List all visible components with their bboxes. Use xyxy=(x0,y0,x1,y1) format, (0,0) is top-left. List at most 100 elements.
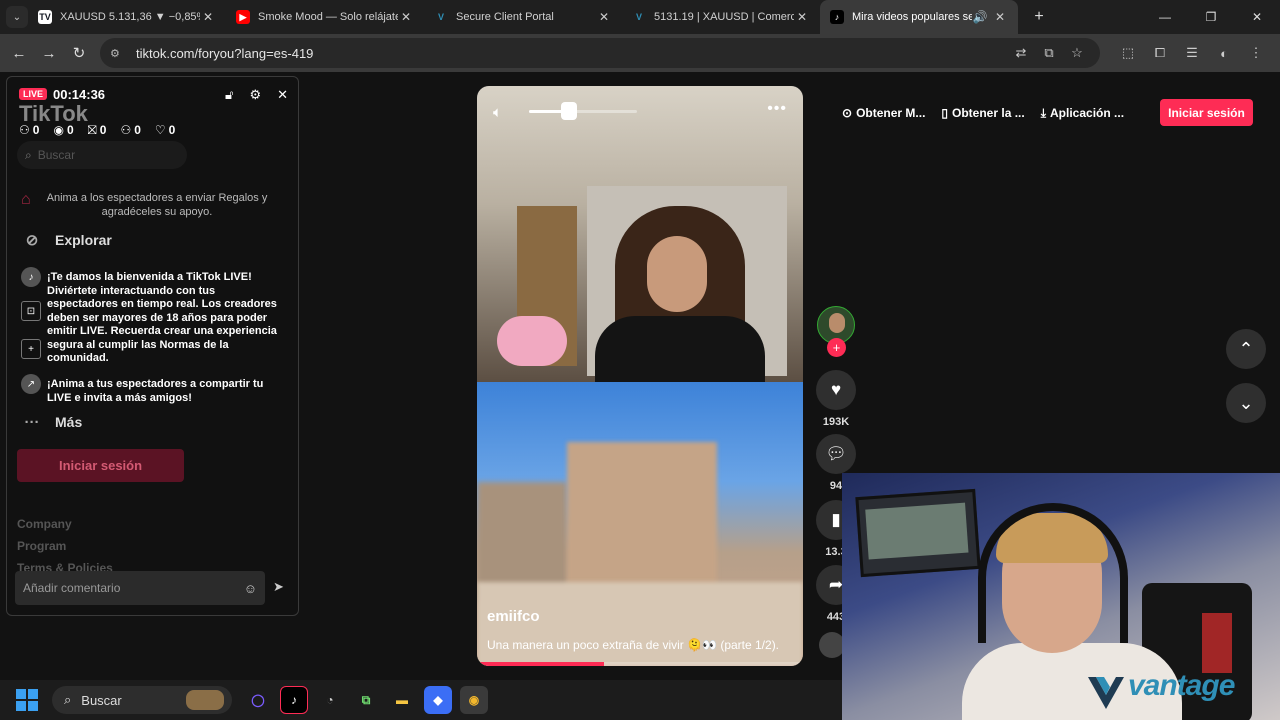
download-icon: ⤓ xyxy=(1040,105,1047,120)
bookmark-star-icon[interactable]: ☆ xyxy=(1066,45,1088,61)
translate-icon[interactable]: ⇄ xyxy=(1010,45,1032,61)
chrome-icon[interactable]: ◉ xyxy=(460,686,488,714)
screenshot-icon[interactable]: ⬚ xyxy=(1114,39,1142,67)
comment-input[interactable]: Añadir comentario ☺ xyxy=(15,571,265,605)
heart-icon[interactable]: ♥ xyxy=(816,370,856,410)
eye-icon: ◉ xyxy=(53,123,64,137)
file-explorer-icon[interactable]: ▬ xyxy=(388,686,416,714)
sidebar-login-button[interactable]: Iniciar sesión xyxy=(17,449,184,482)
forward-button[interactable]: → xyxy=(34,38,64,68)
tab-xauusd-comercio[interactable]: V 5131.19 | XAUUSD | Comercio v ✕ xyxy=(622,0,820,34)
gift-icon: ⛝ xyxy=(87,123,97,137)
tradingview-favicon-icon: TV xyxy=(38,10,52,24)
close-tab-icon[interactable]: ✕ xyxy=(200,10,216,24)
lock-icon[interactable]: 🔓︎ xyxy=(225,87,233,103)
youtube-favicon-icon: ▶ xyxy=(236,10,250,24)
windows-taskbar: ⌕ Buscar ◯ ♪ ◔ ⧉ ▬ ◆ ◉ xyxy=(0,680,842,720)
close-icon[interactable]: ✕ xyxy=(277,87,288,103)
phone-icon: ▯ xyxy=(941,106,949,120)
close-tab-icon[interactable]: ✕ xyxy=(992,10,1008,24)
reload-button[interactable]: ↻ xyxy=(64,38,94,68)
close-tab-icon[interactable]: ✕ xyxy=(398,10,414,24)
teams-icon[interactable]: ⧉ xyxy=(352,686,380,714)
follow-plus-button[interactable]: + xyxy=(827,338,846,357)
tiktok-app-icon[interactable]: ♪ xyxy=(280,686,308,714)
new-tab-button[interactable]: + xyxy=(1026,8,1052,26)
tab-xauusd[interactable]: TV XAUUSD 5.131,36 ▼ −0,85% En ✕ xyxy=(28,0,226,34)
vantage-logo-text: vantage xyxy=(1128,669,1235,702)
chair-accent xyxy=(1202,613,1232,673)
search-input[interactable]: ⌕ Buscar xyxy=(17,141,187,169)
like-action[interactable]: ♥ 193K xyxy=(816,370,856,428)
next-video-button[interactable]: ⌄ xyxy=(1226,383,1266,423)
tab-secure-client-portal[interactable]: V Secure Client Portal ✕ xyxy=(424,0,622,34)
viewers-icon: ⚇ xyxy=(19,123,30,137)
share-live-message: ¡Anima a tus espectadores a compartir tu… xyxy=(47,378,264,404)
close-tab-icon[interactable]: ✕ xyxy=(794,10,810,24)
login-button[interactable]: Iniciar sesión xyxy=(1160,99,1253,126)
tab-tiktok[interactable]: ♪ Mira videos populares selec 🔊 ✕ xyxy=(820,0,1018,34)
get-coins-button[interactable]: ⊙ Obtener M... xyxy=(842,106,925,120)
previous-video-button[interactable]: ⌃ xyxy=(1226,329,1266,369)
cortana-icon[interactable]: ◯ xyxy=(244,686,272,714)
search-highlight-image xyxy=(186,690,224,710)
desktop-app-button[interactable]: ⤓ Aplicación ... xyxy=(1041,106,1124,121)
avatar-face xyxy=(829,313,845,333)
like-count: 193K xyxy=(822,416,850,428)
site-info-icon[interactable]: ⚙ xyxy=(110,47,126,60)
volume-icon[interactable]: 🔈︎ xyxy=(493,104,502,121)
stat-likes: ♡ 0 xyxy=(154,123,176,137)
nav-more[interactable]: ··· Más xyxy=(19,409,83,435)
speaker-icon[interactable]: 🔊 xyxy=(972,10,988,24)
footer-link-company[interactable]: Company xyxy=(17,517,72,531)
welcome-message: ¡Te damos la bienvenida a TikTok LIVE! D… xyxy=(47,271,277,364)
person-figure xyxy=(595,206,765,382)
windows-start-icon[interactable] xyxy=(16,689,38,711)
volume-handle[interactable] xyxy=(561,102,577,120)
panel-controls: 🔓︎ ⚙︎ ✕ xyxy=(225,87,288,103)
close-window-icon[interactable]: ✕ xyxy=(1234,0,1280,34)
minimize-icon[interactable]: — xyxy=(1142,0,1188,34)
nav-explore[interactable]: ⊘ Explorar xyxy=(19,227,112,253)
tab-title: Smoke Mood — Solo relájate | xyxy=(258,11,398,23)
cast-icon[interactable]: ⧉ xyxy=(1038,45,1060,61)
menu-kebab-icon[interactable]: ⋮ xyxy=(1242,39,1270,67)
tab-smoke-mood[interactable]: ▶ Smoke Mood — Solo relájate | ✕ xyxy=(226,0,424,34)
search-icon: ⌕ xyxy=(25,147,32,162)
house-center xyxy=(567,442,717,592)
home-icon: ⌂ xyxy=(21,191,31,208)
heart-icon: ♡ xyxy=(154,123,166,137)
volume-slider[interactable] xyxy=(529,110,637,113)
settings-icon[interactable]: ⚙︎ xyxy=(249,87,261,103)
tiktok-note-icon: ♪ xyxy=(21,267,41,287)
footer-link-program[interactable]: Program xyxy=(17,539,66,553)
extensions-icon[interactable]: ⧠ xyxy=(1146,39,1174,67)
address-bar[interactable]: ⚙ tiktok.com/foryou?lang=es-419 ⇄ ⧉ ☆ xyxy=(100,38,1100,68)
back-button[interactable]: ← xyxy=(4,38,34,68)
comment-bubble-icon[interactable]: 💬︎ xyxy=(816,434,856,474)
compass-icon: ⊘ xyxy=(25,232,39,249)
video-author[interactable]: emiifco xyxy=(487,608,540,625)
reading-list-icon[interactable]: ☰ xyxy=(1178,39,1206,67)
coin-icon: ⊙ xyxy=(842,106,853,120)
video-player[interactable]: 🔈︎ ••• emiifco Una manera un poco extrañ… xyxy=(477,86,803,666)
more-options-icon[interactable]: ••• xyxy=(767,100,787,118)
restore-icon[interactable]: ❐ xyxy=(1188,0,1234,34)
video-caption: Una manera un poco extraña de vivir 🫠👀 (… xyxy=(487,638,780,652)
get-app-button[interactable]: ▯ Obtener la ... xyxy=(941,106,1024,120)
tiktok-favicon-icon: ♪ xyxy=(830,10,844,24)
obs-icon[interactable]: ◔ xyxy=(316,686,344,714)
video-progress-bar[interactable] xyxy=(477,662,803,666)
ellipsis-icon: ··· xyxy=(24,413,40,431)
tab-search-button[interactable]: ⌄ xyxy=(6,6,28,28)
emoji-icon[interactable]: ☺ xyxy=(244,581,257,596)
footer-link-terms[interactable]: Terms & Policies xyxy=(17,561,113,571)
close-tab-icon[interactable]: ✕ xyxy=(596,10,612,24)
toolbar-actions: ⬚ ⧠ ☰ ◐ ⋮ xyxy=(1114,38,1270,68)
profile-avatar-icon[interactable]: ◐ xyxy=(1210,39,1238,67)
shirt xyxy=(595,316,765,382)
roblox-icon[interactable]: ◆ xyxy=(424,686,452,714)
send-icon[interactable]: ➤ xyxy=(273,579,284,595)
tab-title: Secure Client Portal xyxy=(456,11,554,23)
taskbar-search[interactable]: ⌕ Buscar xyxy=(52,686,232,714)
